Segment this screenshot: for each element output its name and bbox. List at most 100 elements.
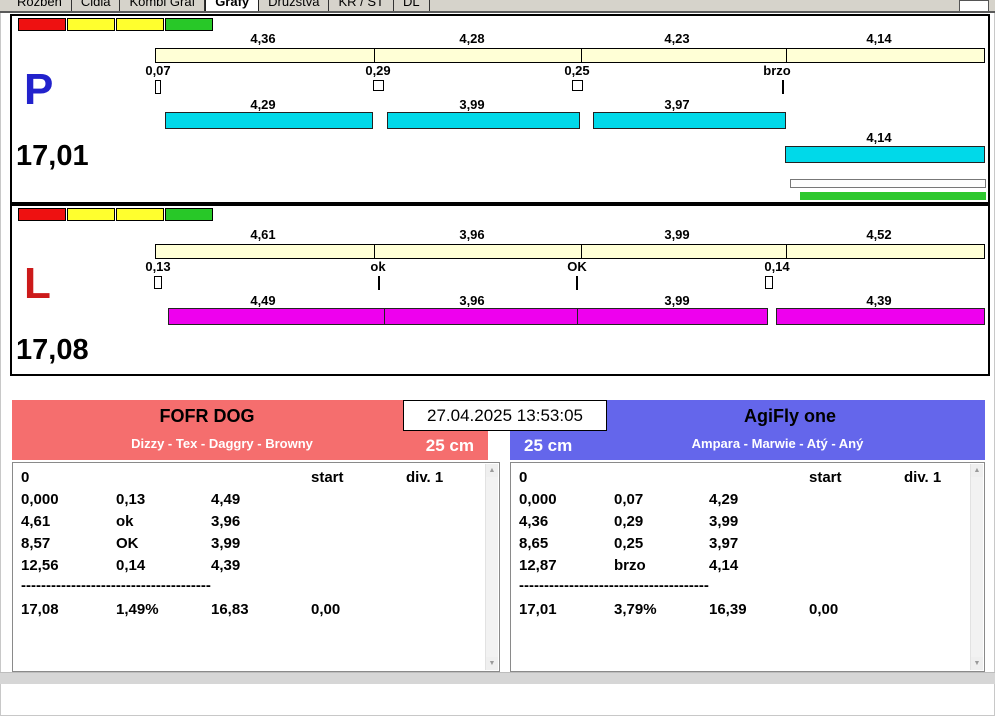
table-separator: --------------------------------------: [21, 577, 211, 594]
results-table-left: 0 start div. 1 0,000 0,13 4,49 4,61 ok 3…: [12, 462, 500, 672]
table-cell: 17,08: [21, 601, 59, 618]
indicator-yellow-1: [67, 18, 115, 31]
run-bar: [165, 112, 373, 129]
table-cell: 0,00: [311, 601, 341, 618]
footer-strip: [0, 672, 995, 684]
table-separator: --------------------------------------: [519, 577, 709, 594]
app-window: Rozbeh Čidla Kombi Graf Grafy Družstvá KR / S…: [0, 0, 995, 716]
table-cell: 0,25: [614, 535, 644, 552]
table-cell: 3,79%: [614, 601, 657, 618]
split-time-label: 4,14: [866, 31, 892, 46]
sensor-marker-box: [155, 80, 161, 94]
tab-rozbeh[interactable]: Rozbeh: [8, 0, 72, 11]
tab-strip: Rozbeh Čidla Kombi Graf Grafy Družstvá KR / S…: [8, 0, 430, 11]
table-cell: 16,39: [709, 601, 747, 618]
table-cell: 4,39: [211, 557, 241, 574]
results-table-right: 0 start div. 1 0,000 0,07 4,29 4,36 0,29…: [510, 462, 985, 672]
results-table-body: 0 start div. 1 0,000 0,07 4,29 4,36 0,29…: [519, 467, 966, 621]
table-row: 8,65 0,25 3,97: [519, 533, 966, 555]
run-bar: [577, 308, 768, 325]
indicator-strip: [18, 18, 214, 31]
tab-druzstva[interactable]: Družstvá: [259, 0, 330, 11]
run-time-label: 3,96: [459, 293, 485, 308]
table-row: 12,87 brzo 4,14: [519, 555, 966, 577]
change-time-label: 0,14: [764, 259, 790, 274]
segment-bar: [155, 244, 985, 259]
scroll-down-icon[interactable]: ▼: [971, 657, 983, 670]
spare-bar-green: [800, 192, 986, 200]
total-time: 17,08: [16, 334, 89, 366]
table-total-row: 17,01 3,79% 16,39 0,00: [519, 599, 966, 621]
scrollbar[interactable]: ▲ ▼: [970, 464, 983, 670]
table-row: 0,000 0,13 4,49: [21, 489, 481, 511]
table-row: 4,36 0,29 3,99: [519, 511, 966, 533]
tab-cidla[interactable]: Čidla: [71, 0, 121, 11]
table-cell: start: [809, 469, 842, 486]
scroll-down-icon[interactable]: ▼: [486, 657, 498, 670]
split-time-label: 4,36: [250, 31, 276, 46]
split-time-label: 3,96: [459, 227, 485, 242]
change-time-label: brzo: [763, 63, 791, 78]
split-time-label: 3,99: [664, 227, 690, 242]
table-cell: OK: [116, 535, 139, 552]
sensor-marker-line: [782, 80, 784, 94]
run-bar: [785, 146, 985, 163]
scoreboard: FOFR DOG Dizzy - Tex - Daggry - Browny 2…: [12, 400, 985, 672]
run-bar: [776, 308, 985, 325]
table-cell: 8,57: [21, 535, 51, 552]
split-time-label: 4,28: [459, 31, 485, 46]
sensor-marker-square: [373, 80, 384, 91]
indicator-green: [165, 18, 213, 31]
indicator-green: [165, 208, 213, 221]
spare-bar-outline: [790, 179, 986, 188]
segment-tick: [374, 49, 375, 62]
run-time-label: 3,99: [459, 97, 485, 112]
panel-letter: L: [24, 259, 51, 308]
scrollbar[interactable]: ▲ ▼: [485, 464, 498, 670]
sensor-marker-line: [378, 276, 380, 290]
table-cell: 0,13: [116, 491, 146, 508]
table-cell: 4,49: [211, 491, 241, 508]
sensor-marker-line: [576, 276, 578, 290]
tab-kr-st[interactable]: KR / ST: [329, 0, 394, 11]
run-time-label: 4,49: [250, 293, 276, 308]
run-bar: [387, 112, 580, 129]
indicator-red: [18, 18, 66, 31]
table-cell: 8,65: [519, 535, 549, 552]
table-cell: 0,14: [116, 557, 146, 574]
table-cell: 3,97: [709, 535, 739, 552]
run-time-label: 4,14: [866, 130, 892, 145]
segment-bar: [155, 48, 985, 63]
table-cell: 0,00: [809, 601, 839, 618]
table-row: 12,56 0,14 4,39: [21, 555, 481, 577]
category-badge: 25 cm: [524, 436, 573, 455]
table-cell: 0,07: [614, 491, 644, 508]
category-badge: 25 cm: [425, 436, 474, 455]
table-cell: 12,87: [519, 557, 557, 574]
tab-bar: Rozbeh Čidla Kombi Graf Grafy Družstvá KR / S…: [0, 0, 995, 13]
run-bar: [168, 308, 385, 325]
table-cell: 0,000: [519, 491, 557, 508]
team-name: AgiFly one: [743, 406, 836, 426]
run-time-label: 3,97: [664, 97, 690, 112]
tab-grafy[interactable]: Grafy: [205, 0, 260, 11]
segment-tick: [581, 245, 582, 258]
table-cell: 3,99: [211, 535, 241, 552]
table-cell: start: [311, 469, 344, 486]
run-time-label: 4,39: [866, 293, 892, 308]
run-time-label: 3,99: [664, 293, 690, 308]
run-time-label: 4,29: [250, 97, 276, 112]
panel-letter: P: [24, 65, 54, 114]
run-bar: [384, 308, 578, 325]
team-dogs: Dizzy - Tex - Daggry - Browny: [131, 436, 313, 451]
segment-tick: [786, 49, 787, 62]
scroll-up-icon[interactable]: ▲: [971, 464, 983, 477]
tab-kombi-graf[interactable]: Kombi Graf: [120, 0, 206, 11]
table-cell: 0: [519, 469, 528, 486]
change-time-label: 0,29: [365, 63, 391, 78]
segment-tick: [786, 245, 787, 258]
table-cell: 16,83: [211, 601, 249, 618]
scroll-up-icon[interactable]: ▲: [486, 464, 498, 477]
indicator-yellow-2: [116, 18, 164, 31]
tab-dl[interactable]: DL: [393, 0, 430, 11]
